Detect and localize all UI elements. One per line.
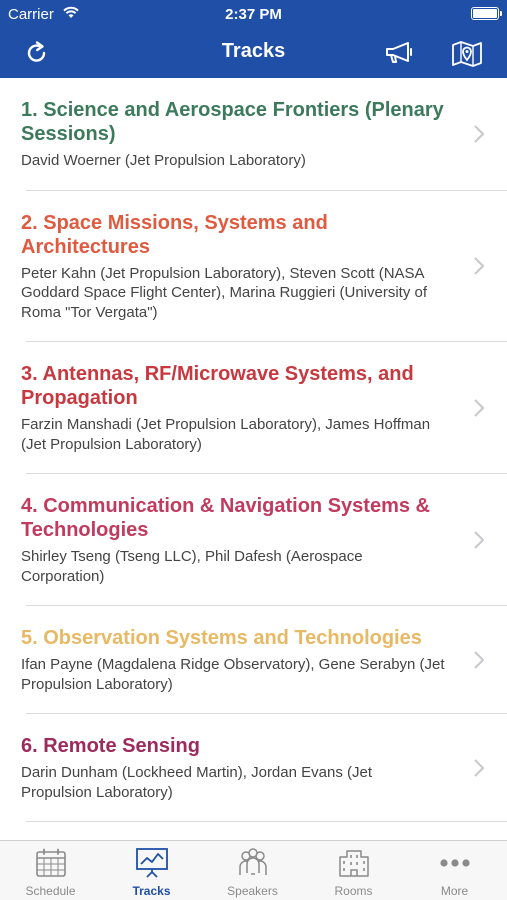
track-title: 3. Antennas, RF/Microwave Systems, and P… xyxy=(21,363,414,409)
megaphone-icon xyxy=(386,42,412,63)
track-row[interactable]: 2. Space Missions, Systems and Architect… xyxy=(0,191,507,342)
chevron-right-icon xyxy=(474,651,485,669)
track-title: 5. Observation Systems and Technologies xyxy=(21,627,422,649)
row-divider xyxy=(26,821,507,822)
track-row[interactable]: 6. Remote Sensing Darin Dunham (Lockheed… xyxy=(0,714,507,822)
track-chairs: Peter Kahn (Jet Propulsion Laboratory), … xyxy=(21,264,428,321)
tab-label: More xyxy=(440,884,469,898)
chart-icon xyxy=(134,847,170,879)
track-chairs: Farzin Manshadi (Jet Propulsion Laborato… xyxy=(21,416,431,453)
track-title: 4. Communication & Navigation Systems & … xyxy=(21,495,430,541)
people-icon xyxy=(235,847,271,879)
track-row[interactable]: 3. Antennas, RF/Microwave Systems, and P… xyxy=(0,342,507,474)
track-chairs: Darin Dunham (Lockheed Martin), Jordan E… xyxy=(21,764,372,801)
calendar-icon xyxy=(33,847,69,879)
tab-label: Schedule xyxy=(25,884,76,898)
chevron-right-icon xyxy=(474,531,485,549)
nav-bar: Tracks xyxy=(0,28,507,78)
track-chairs: David Woerner (Jet Propulsion Laboratory… xyxy=(21,152,306,169)
tab-label: Speakers xyxy=(227,884,278,898)
track-title: 6. Remote Sensing xyxy=(21,735,200,757)
tab-label: Rooms xyxy=(334,884,373,898)
tab-rooms[interactable]: Rooms xyxy=(303,841,404,900)
track-row[interactable]: 4. Communication & Navigation Systems & … xyxy=(0,474,507,606)
track-chairs: Ifan Payne (Magdalena Ridge Observatory)… xyxy=(21,656,445,693)
tracks-list[interactable]: 1. Science and Aerospace Frontiers (Plen… xyxy=(0,78,507,840)
chevron-right-icon xyxy=(474,399,485,417)
more-dots-icon xyxy=(437,847,473,879)
map-button[interactable] xyxy=(450,37,484,69)
status-bar: Carrier 2:37 PM xyxy=(0,0,507,28)
tab-speakers[interactable]: Speakers xyxy=(202,841,303,900)
track-row[interactable]: 1. Science and Aerospace Frontiers (Plen… xyxy=(0,78,507,191)
track-chairs: Shirley Tseng (Tseng LLC), Phil Dafesh (… xyxy=(21,548,363,585)
chevron-right-icon xyxy=(474,125,485,143)
clock-time: 2:37 PM xyxy=(225,6,282,23)
map-icon xyxy=(452,41,482,67)
chevron-right-icon xyxy=(474,257,485,275)
tab-schedule[interactable]: Schedule xyxy=(0,841,101,900)
tab-more[interactable]: More xyxy=(404,841,505,900)
page-title: Tracks xyxy=(221,40,286,62)
building-icon xyxy=(336,847,372,879)
tab-bar: Schedule Tracks Speakers Rooms More xyxy=(0,840,507,900)
announcements-button[interactable] xyxy=(383,37,417,69)
chevron-right-icon xyxy=(474,759,485,777)
track-title: 2. Space Missions, Systems and Architect… xyxy=(21,211,328,258)
tab-label: Tracks xyxy=(132,884,171,898)
battery-icon xyxy=(471,7,502,20)
tab-tracks[interactable]: Tracks xyxy=(101,841,202,900)
track-title: 1. Science and Aerospace Frontiers (Plen… xyxy=(21,99,444,145)
track-row[interactable]: 5. Observation Systems and Technologies … xyxy=(0,606,507,714)
